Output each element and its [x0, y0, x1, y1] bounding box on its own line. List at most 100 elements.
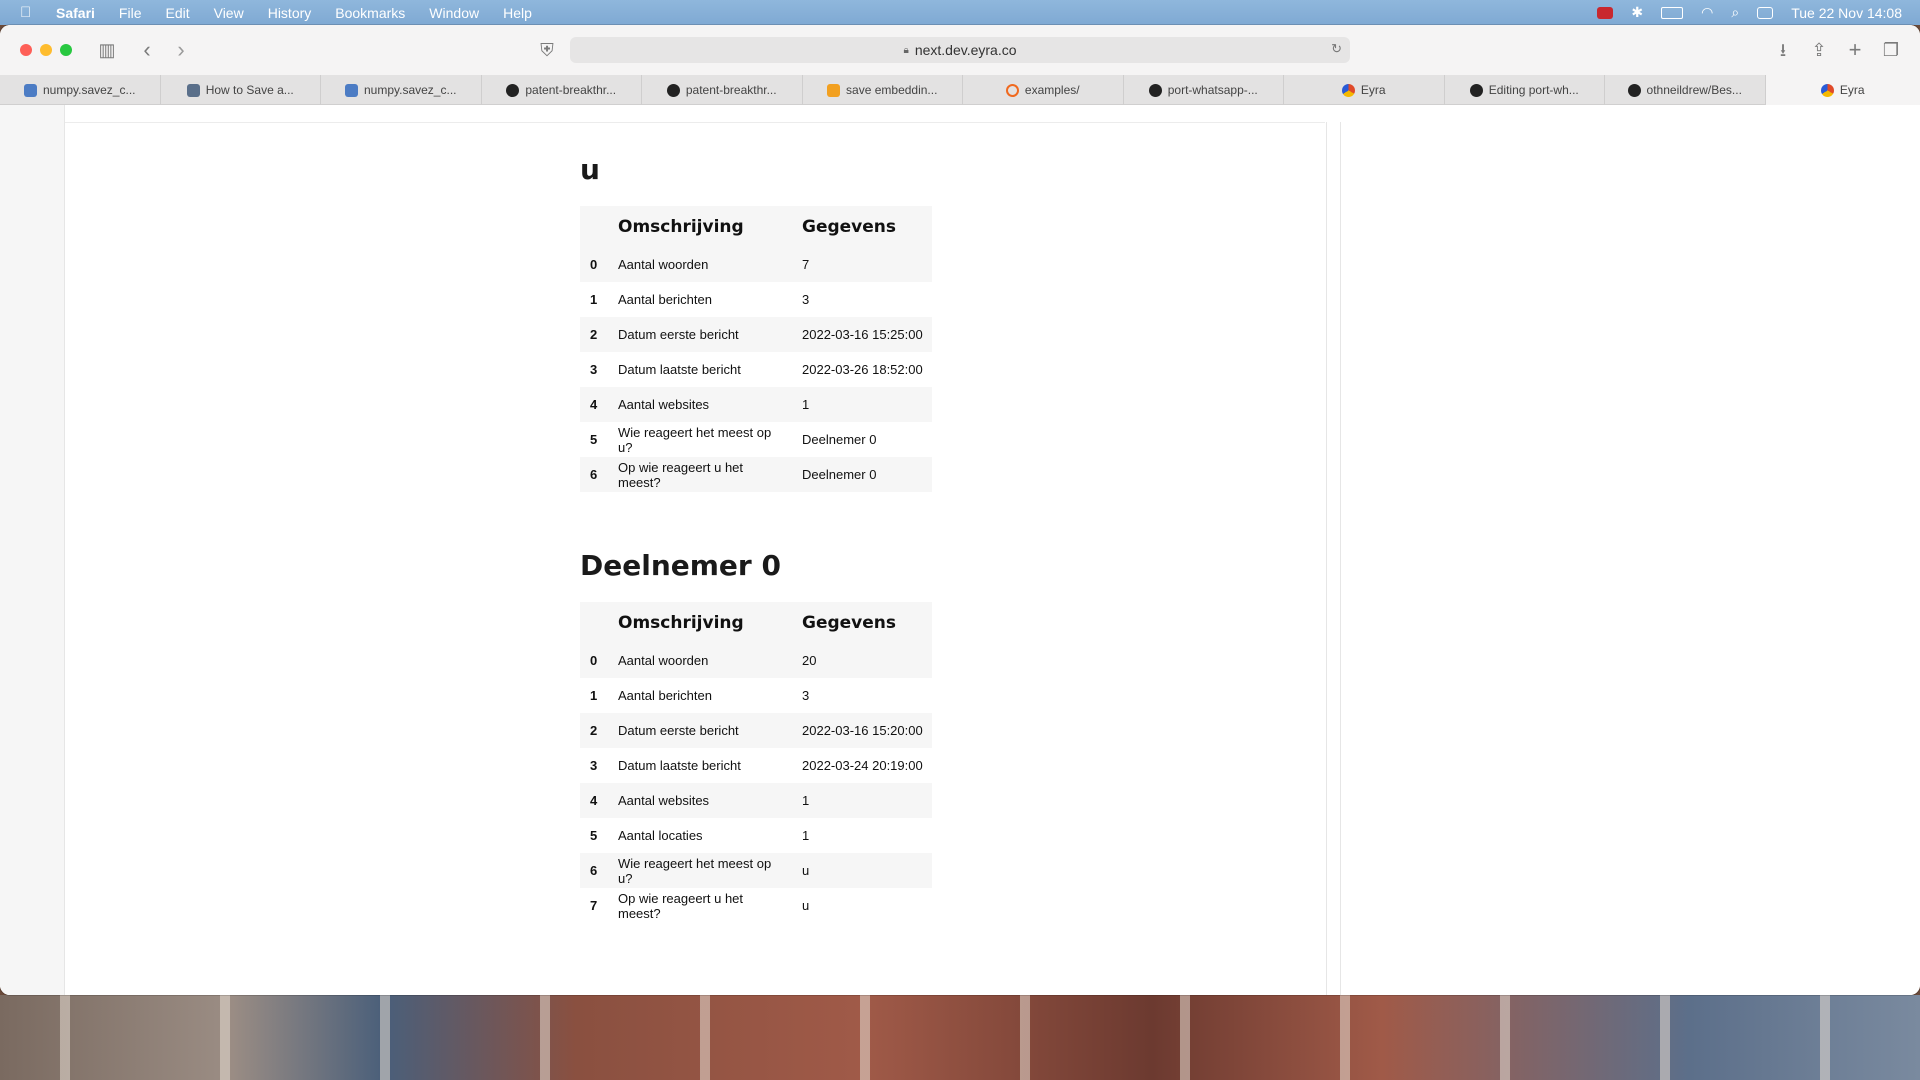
tab-overview-icon[interactable]: ❐ — [1880, 39, 1902, 61]
row-value: 2022-03-24 20:19:00 — [802, 758, 923, 773]
row-value: 1 — [802, 828, 810, 843]
index-header — [580, 602, 610, 643]
clock[interactable]: Tue 22 Nov 14:08 — [1791, 5, 1902, 21]
tab-label: patent-breakthr... — [525, 83, 617, 97]
eyra-icon — [1341, 83, 1355, 97]
apple-menu-icon[interactable]:  — [20, 4, 44, 21]
safari-window: ▥ ‹ › ⛨ 🔒︎ next.dev.eyra.co ↻ ⭳ ⇪ + ❐ nu… — [0, 25, 1920, 995]
menu-file[interactable]: File — [119, 5, 142, 21]
tab-1[interactable]: How to Save a... — [161, 75, 321, 105]
menu-view[interactable]: View — [214, 5, 244, 21]
address-bar[interactable]: 🔒︎ next.dev.eyra.co ↻ — [570, 37, 1350, 63]
tab-4[interactable]: patent-breakthr... — [642, 75, 803, 105]
safari-toolbar: ▥ ‹ › ⛨ 🔒︎ next.dev.eyra.co ↻ ⭳ ⇪ + ❐ — [0, 25, 1920, 75]
row-description: Aantal berichten — [618, 688, 712, 703]
menu-history[interactable]: History — [268, 5, 312, 21]
table-row: 2 Datum eerste bericht 2022-03-16 15:25:00 — [580, 317, 932, 352]
tab-11-active[interactable]: Eyra — [1765, 75, 1920, 105]
divider — [1340, 122, 1341, 995]
tab-8[interactable]: Eyra — [1284, 75, 1445, 105]
row-index: 5 — [590, 432, 598, 447]
forward-icon[interactable]: › — [170, 39, 192, 61]
reload-icon[interactable]: ↻ — [1331, 41, 1342, 57]
column-header-omschrijving: Omschrijving — [610, 602, 794, 643]
row-index: 7 — [590, 898, 598, 913]
table-row: 0 Aantal woorden 20 — [580, 643, 932, 678]
table-row: 3 Datum laatste bericht 2022-03-26 18:52:0… — [580, 352, 932, 387]
row-value: 2022-03-26 18:52:00 — [802, 362, 923, 377]
spotlight-search-icon[interactable]: ⌕ — [1731, 4, 1739, 21]
table-row: 3 Datum laatste bericht 2022-03-24 20:19:0… — [580, 748, 932, 783]
row-index: 2 — [580, 713, 610, 748]
tab-3[interactable]: patent-breakthr... — [482, 75, 642, 105]
table-row: 0 Aantal woorden 7 — [580, 247, 932, 282]
new-tab-icon[interactable]: + — [1844, 39, 1866, 61]
sidebar-toggle-icon[interactable]: ▥ — [96, 39, 118, 61]
privacy-shield-icon[interactable]: ⛨ — [536, 39, 558, 61]
share-icon[interactable]: ⇪ — [1808, 39, 1830, 61]
tab-favicon-icon — [827, 83, 841, 97]
zoom-window-button[interactable] — [60, 44, 72, 56]
menu-bookmarks[interactable]: Bookmarks — [335, 5, 405, 21]
row-value: u — [794, 853, 932, 888]
row-index: 3 — [590, 362, 598, 377]
row-index: 6 — [580, 457, 610, 492]
tab-7[interactable]: port-whatsapp-... — [1124, 75, 1284, 105]
divider — [1326, 122, 1327, 995]
url-text: next.dev.eyra.co — [914, 42, 1017, 58]
row-index: 1 — [590, 688, 598, 703]
security-app-icon[interactable] — [1597, 6, 1614, 19]
row-index: 4 — [580, 783, 610, 818]
back-icon[interactable]: ‹ — [136, 39, 158, 61]
table-row: 6 Op wie reageert u het meest? Deelnemer 0 — [580, 457, 932, 492]
tab-label: Editing port-wh... — [1488, 83, 1579, 97]
battery-icon[interactable] — [1661, 6, 1684, 19]
wifi-icon[interactable]: ◠ — [1701, 4, 1713, 21]
menu-app-safari[interactable]: Safari — [56, 5, 95, 21]
menu-help[interactable]: Help — [503, 5, 532, 21]
row-index: 0 — [580, 247, 610, 282]
control-center-icon[interactable] — [1757, 6, 1774, 19]
row-description: Aantal websites — [610, 783, 794, 818]
desktop-wallpaper — [0, 995, 1920, 1080]
row-index: 0 — [580, 643, 610, 678]
row-description: Wie reageert het meest op u? — [618, 424, 772, 455]
menu-edit[interactable]: Edit — [165, 5, 189, 21]
table-row: 5 Aantal locaties 1 — [580, 818, 932, 853]
bluetooth-icon[interactable]: ✱ — [1631, 4, 1643, 21]
column-header-gegevens: Gegevens — [794, 206, 932, 247]
row-value: 7 — [794, 247, 932, 282]
downloads-icon[interactable]: ⭳ — [1772, 39, 1794, 61]
tab-0[interactable]: numpy.savez_c... — [0, 75, 161, 105]
jupyter-icon — [1005, 83, 1019, 97]
tab-bar: numpy.savez_c... How to Save a... numpy.… — [0, 75, 1920, 105]
row-description: Aantal websites — [610, 387, 794, 422]
tab-2[interactable]: numpy.savez_c... — [321, 75, 482, 105]
github-icon — [1148, 83, 1162, 97]
table-row: 2 Datum eerste bericht 2022-03-16 15:20:00 — [580, 713, 932, 748]
tab-label: Eyra — [1360, 83, 1386, 97]
tab-5[interactable]: save embeddin... — [803, 75, 963, 105]
tab-10[interactable]: othneildrew/Bes... — [1605, 75, 1766, 105]
row-description: Datum laatste bericht — [618, 758, 741, 773]
tab-9[interactable]: Editing port-wh... — [1445, 75, 1605, 105]
row-index: 5 — [590, 828, 598, 843]
row-description: Wie reageert het meest op u? — [610, 853, 794, 888]
row-description: Datum eerste bericht — [610, 317, 794, 352]
row-value: 20 — [794, 643, 932, 678]
row-value: 1 — [794, 387, 932, 422]
tab-6[interactable]: examples/ — [963, 75, 1124, 105]
row-description: Aantal locaties — [618, 828, 703, 843]
table-row: 1 Aantal berichten 3 — [580, 678, 932, 713]
row-description: Aantal woorden — [610, 247, 794, 282]
row-value: 3 — [802, 688, 810, 703]
tab-favicon-icon — [345, 83, 358, 97]
eyra-icon — [1820, 83, 1834, 97]
menu-window[interactable]: Window — [429, 5, 479, 21]
tab-label: save embeddin... — [846, 83, 938, 97]
column-header-omschrijving: Omschrijving — [610, 206, 794, 247]
close-window-button[interactable] — [20, 44, 32, 56]
minimize-window-button[interactable] — [40, 44, 52, 56]
column-header-gegevens: Gegevens — [794, 602, 932, 643]
row-value: u — [802, 898, 810, 913]
